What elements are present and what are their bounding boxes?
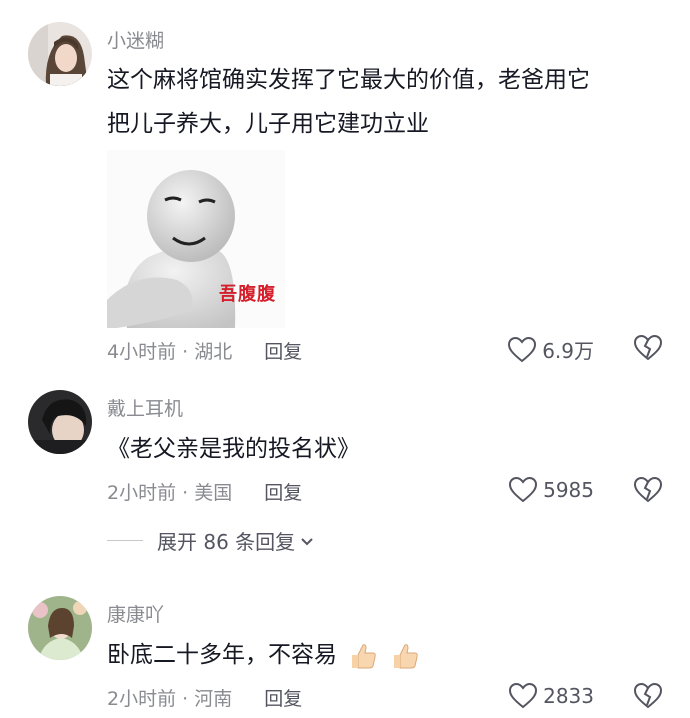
thumbs-up-emoji xyxy=(352,643,377,668)
like-button[interactable]: 6.9万 xyxy=(508,335,594,364)
avatar[interactable] xyxy=(28,390,92,454)
like-count: 2833 xyxy=(543,684,594,708)
heart-outline-icon xyxy=(508,336,537,362)
heart-outline-icon xyxy=(509,683,538,709)
broken-heart-icon xyxy=(633,334,663,361)
broken-heart-icon xyxy=(633,476,663,503)
avatar[interactable] xyxy=(28,596,92,660)
heart-outline-icon xyxy=(509,477,538,503)
dislike-button[interactable] xyxy=(633,334,663,365)
comment-meta: 2小时前 · 河南 回复 xyxy=(107,684,302,711)
thumbs-up-emoji xyxy=(393,643,418,668)
username[interactable]: 小迷糊 xyxy=(107,26,164,53)
comment-text: 卧底二十多年，不容易 xyxy=(107,633,420,677)
comment-text: 这个麻将馆确实发挥了它最大的价值，老爸用它 把儿子养大，儿子用它建功立业 xyxy=(107,58,590,146)
dislike-button[interactable] xyxy=(633,476,663,507)
timestamp-location: 4小时前 · 湖北 xyxy=(107,341,233,363)
chevron-down-icon xyxy=(301,537,313,545)
username[interactable]: 戴上耳机 xyxy=(107,394,183,421)
reply-button[interactable]: 回复 xyxy=(264,684,302,711)
like-count: 5985 xyxy=(543,478,594,502)
expand-replies-label: 展开 86 条回复 xyxy=(157,530,296,554)
like-button[interactable]: 2833 xyxy=(509,683,594,709)
sticker-image[interactable]: 吾腹腹 xyxy=(107,150,285,328)
reply-button[interactable]: 回复 xyxy=(264,337,302,364)
dislike-button[interactable] xyxy=(633,682,663,713)
timestamp-location: 2小时前 · 河南 xyxy=(107,688,233,710)
comment-meta: 2小时前 · 美国 回复 xyxy=(107,478,302,505)
like-button[interactable]: 5985 xyxy=(509,477,594,503)
timestamp-location: 2小时前 · 美国 xyxy=(107,482,233,504)
like-count: 6.9万 xyxy=(542,339,594,363)
comment-text-line: 这个麻将馆确实发挥了它最大的价值，老爸用它 xyxy=(107,67,590,93)
comment-text-line: 把儿子养大，儿子用它建功立业 xyxy=(107,111,429,137)
reply-button[interactable]: 回复 xyxy=(264,478,302,505)
comment-text-line: 卧底二十多年，不容易 xyxy=(107,642,337,668)
comment-text-line: 《老父亲是我的投名状》 xyxy=(107,436,360,462)
divider-line xyxy=(107,540,143,541)
avatar[interactable] xyxy=(28,22,92,86)
expand-replies-button[interactable]: 展开 86 条回复 xyxy=(107,526,315,555)
comment-text: 《老父亲是我的投名状》 xyxy=(107,427,360,471)
comment-meta: 4小时前 · 湖北 回复 xyxy=(107,337,302,364)
sticker-caption: 吾腹腹 xyxy=(219,284,276,305)
username[interactable]: 康康吖 xyxy=(107,600,164,627)
broken-heart-icon xyxy=(633,682,663,709)
